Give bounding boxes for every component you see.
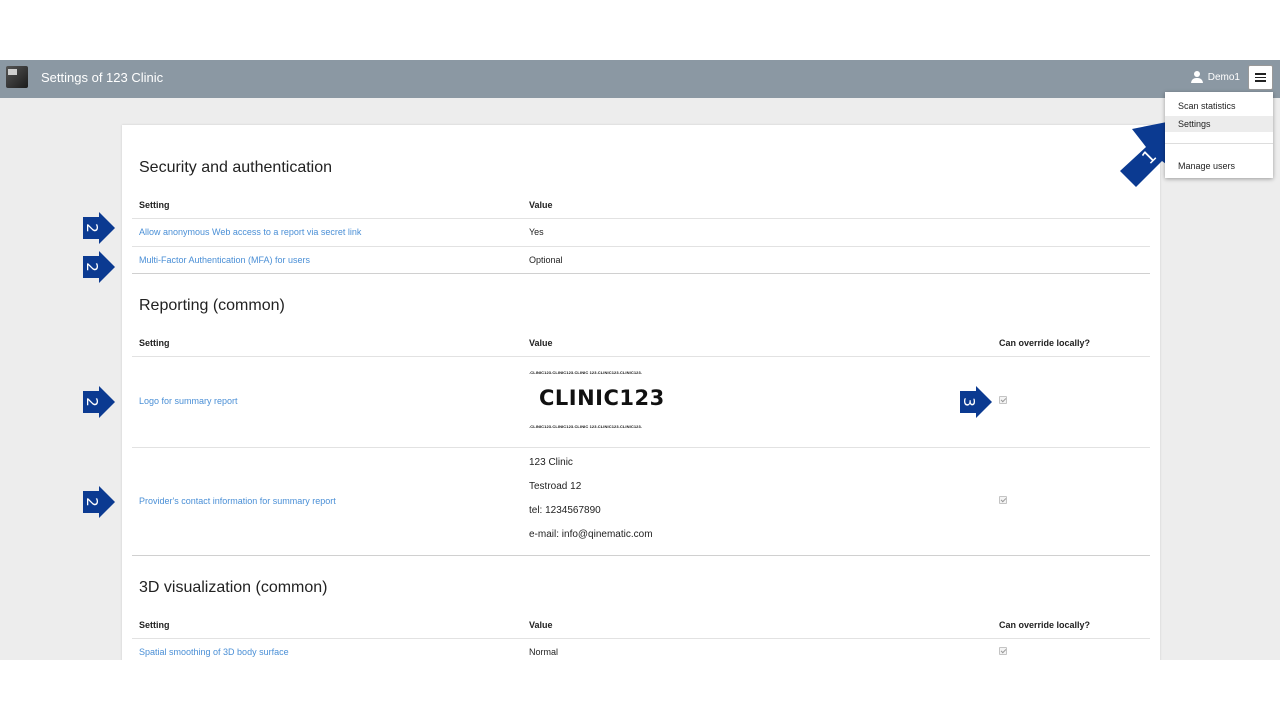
user-menu[interactable]: Demo1 <box>1190 71 1240 83</box>
setting-link-spatial-smoothing[interactable]: Spatial smoothing of 3D body surface <box>139 647 289 657</box>
arrow-icon: 2 <box>83 486 115 518</box>
setting-link-contact-info[interactable]: Provider's contact information for summa… <box>139 496 336 506</box>
contact-line: tel: 1234567890 <box>529 505 601 516</box>
annotation-arrow-2: 2 <box>83 212 115 244</box>
setting-value-mfa: Optional <box>529 255 563 265</box>
menu-item-manage-users[interactable]: Manage users <box>1165 158 1273 174</box>
arrow-icon: 3 <box>960 386 992 418</box>
annotation-arrow-2: 2 <box>83 251 115 283</box>
column-header-value: Value <box>529 338 553 348</box>
section-divider <box>132 555 1150 556</box>
hamburger-icon-bar <box>1255 76 1266 79</box>
override-checkbox-spatial-smoothing[interactable] <box>999 647 1007 655</box>
logo-pattern-strip: .CLINIC123.CLINIC123.CLINIC 123.CLINIC12… <box>529 370 643 375</box>
app-viewport: Settings of 123 Clinic Demo1 Scan statis… <box>0 60 1280 660</box>
row-divider <box>132 447 1150 448</box>
override-checkbox-contact[interactable] <box>999 496 1007 504</box>
setting-link-anonymous-access[interactable]: Allow anonymous Web access to a report v… <box>139 227 361 237</box>
section-title-3d-visualization: 3D visualization (common) <box>139 579 328 596</box>
app-logo[interactable] <box>6 66 28 88</box>
annotation-number: 2 <box>83 497 101 507</box>
logo-wordmark: CLINIC123 <box>539 386 665 410</box>
column-header-value: Value <box>529 200 553 210</box>
setting-link-summary-logo[interactable]: Logo for summary report <box>139 396 238 406</box>
section-divider <box>132 273 1150 274</box>
menu-item-scan-statistics[interactable]: Scan statistics <box>1165 98 1273 114</box>
arrow-icon: 2 <box>83 251 115 283</box>
setting-link-mfa[interactable]: Multi-Factor Authentication (MFA) for us… <box>139 255 310 265</box>
contact-line: Testroad 12 <box>529 481 582 492</box>
section-title-security: Security and authentication <box>139 159 333 176</box>
row-divider <box>132 356 1150 357</box>
contact-line: e-mail: info@qinematic.com <box>529 529 653 540</box>
arrow-icon: 2 <box>83 212 115 244</box>
row-divider <box>132 218 1150 219</box>
annotation-arrow-2: 2 <box>83 486 115 518</box>
row-divider <box>132 638 1150 639</box>
column-header-setting: Setting <box>139 200 170 210</box>
page-title: Settings of 123 Clinic <box>41 70 164 85</box>
column-header-setting: Setting <box>139 338 170 348</box>
column-header-override: Can override locally? <box>999 338 1091 348</box>
annotation-number: 3 <box>960 397 978 407</box>
logo-pattern-strip: .CLINIC123.CLINIC123.CLINIC 123.CLINIC12… <box>529 424 643 429</box>
user-name: Demo1 <box>1207 71 1240 83</box>
annotation-number: 2 <box>83 223 101 233</box>
arrow-icon: 2 <box>83 386 115 418</box>
menu-divider <box>1165 143 1273 144</box>
summary-report-logo-image: .CLINIC123.CLINIC123.CLINIC 123.CLINIC12… <box>529 370 665 432</box>
settings-panel: Security and authentication Setting Valu… <box>122 125 1160 660</box>
row-divider <box>132 246 1150 247</box>
setting-value-anonymous-access: Yes <box>529 227 544 237</box>
annotation-number: 2 <box>83 397 101 407</box>
column-header-value: Value <box>529 620 553 630</box>
override-checkbox-logo[interactable] <box>999 396 1007 404</box>
main-menu-dropdown: Scan statistics Settings Manage users <box>1165 92 1273 178</box>
annotation-arrow-2: 2 <box>83 386 115 418</box>
annotation-arrow-3: 3 <box>960 386 992 418</box>
hamburger-icon-bar <box>1255 73 1266 75</box>
menu-item-settings[interactable]: Settings <box>1165 116 1273 132</box>
setting-value-spatial-smoothing: Normal <box>529 647 559 657</box>
hamburger-icon-bar <box>1255 80 1266 82</box>
hamburger-menu-button[interactable] <box>1248 65 1273 90</box>
column-header-override: Can override locally? <box>999 620 1091 630</box>
column-header-setting: Setting <box>139 620 170 630</box>
user-icon <box>1190 71 1203 83</box>
contact-line: 123 Clinic <box>529 457 573 468</box>
section-title-reporting: Reporting (common) <box>139 297 285 314</box>
top-bar: Settings of 123 Clinic Demo1 <box>0 60 1280 98</box>
annotation-number: 2 <box>83 262 101 272</box>
